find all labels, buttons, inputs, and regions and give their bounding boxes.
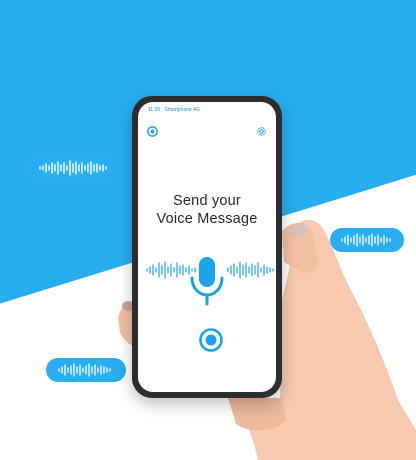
audio-waveform-right xyxy=(227,261,274,279)
microphone-icon[interactable] xyxy=(186,254,228,308)
status-carrier: Smartphone 4G xyxy=(164,107,200,113)
record-icon xyxy=(205,334,217,346)
status-time: 11:20 xyxy=(148,107,161,113)
voice-bubble-left xyxy=(22,156,126,180)
voice-bubble-bottom xyxy=(46,358,126,382)
status-bar: 11:20 Smartphone 4G xyxy=(148,107,203,113)
screen-title: Send your Voice Message xyxy=(138,192,276,228)
sound-wave-icon xyxy=(58,363,111,377)
title-line-2: Voice Message xyxy=(156,211,258,227)
record-button[interactable] xyxy=(199,328,223,352)
settings-ring-icon[interactable] xyxy=(147,126,158,137)
smartphone: 11:20 Smartphone 4G Send your Voice Mess… xyxy=(132,96,282,398)
sound-wave-icon xyxy=(341,233,391,247)
voice-bubble-right xyxy=(330,228,404,252)
gear-icon[interactable] xyxy=(256,126,267,137)
title-line-1: Send your xyxy=(173,193,241,209)
phone-screen: 11:20 Smartphone 4G Send your Voice Mess… xyxy=(138,102,276,392)
sound-wave-icon xyxy=(39,160,107,176)
